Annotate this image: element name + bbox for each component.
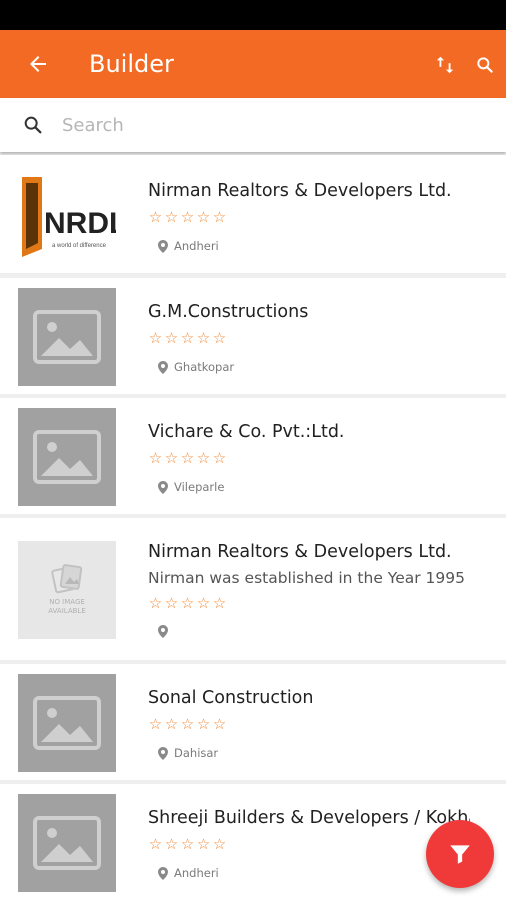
star-icon: ☆	[196, 835, 211, 853]
rating-stars[interactable]: ☆ ☆ ☆ ☆ ☆	[148, 209, 227, 225]
location-pin-icon	[158, 746, 168, 760]
search-bar	[0, 98, 506, 152]
builder-name: Shreeji Builders & Developers / Kokha	[148, 808, 470, 828]
builder-name: Nirman Realtors & Developers Ltd.	[148, 181, 452, 201]
search-field-icon	[20, 112, 46, 138]
location	[158, 625, 174, 638]
star-icon: ☆	[180, 449, 195, 467]
star-icon: ☆	[148, 594, 163, 612]
star-icon: ☆	[196, 208, 211, 226]
star-icon: ☆	[212, 715, 227, 733]
list-item[interactable]: NRDL a world of difference Nirman Realto…	[0, 155, 506, 273]
builder-image	[18, 794, 116, 892]
list-item[interactable]: NO IMAGE AVAILABLE Nirman Realtors & Dev…	[0, 518, 506, 660]
star-icon: ☆	[148, 329, 163, 347]
logo-tagline: a world of difference	[52, 243, 107, 249]
no-image-text: NO IMAGE AVAILABLE	[48, 598, 86, 615]
image-placeholder-icon	[33, 696, 101, 750]
back-button[interactable]	[20, 48, 56, 80]
builder-name: Nirman Realtors & Developers Ltd.	[148, 542, 452, 562]
star-icon: ☆	[164, 594, 179, 612]
star-icon: ☆	[148, 835, 163, 853]
star-icon: ☆	[196, 329, 211, 347]
rating-stars[interactable]: ☆ ☆ ☆ ☆ ☆	[148, 836, 227, 852]
location: Ghatkopar	[158, 360, 234, 374]
location-pin-icon	[158, 866, 168, 880]
location-pin-icon	[158, 360, 168, 374]
star-icon: ☆	[212, 835, 227, 853]
location-pin-icon	[158, 480, 168, 494]
star-icon: ☆	[148, 208, 163, 226]
image-placeholder-icon	[33, 430, 101, 484]
star-icon: ☆	[180, 594, 195, 612]
builder-name: Sonal Construction	[148, 688, 314, 708]
location: Andheri	[158, 239, 219, 253]
star-icon: ☆	[196, 715, 211, 733]
builder-logo: NRDL a world of difference	[18, 165, 127, 263]
location-text: Andheri	[174, 866, 219, 880]
location-text: Ghatkopar	[174, 360, 235, 374]
app-bar: Builder	[0, 30, 506, 98]
location-pin-icon	[158, 239, 168, 253]
star-icon: ☆	[180, 715, 195, 733]
search-icon	[477, 57, 493, 73]
sort-button[interactable]	[430, 50, 460, 80]
location: Dahisar	[158, 746, 218, 760]
builder-description: Nirman was established in the Year 1995	[148, 569, 465, 587]
location: Vileparle	[158, 480, 224, 494]
location-text: Dahisar	[174, 746, 219, 760]
location: Andheri	[158, 866, 219, 880]
star-icon: ☆	[180, 208, 195, 226]
logo-text: NRDL	[44, 207, 116, 240]
builder-image	[18, 674, 116, 772]
status-bar	[0, 0, 506, 30]
star-icon: ☆	[148, 449, 163, 467]
search-button[interactable]	[470, 50, 500, 80]
list-item[interactable]: Sonal Construction ☆ ☆ ☆ ☆ ☆ Dahisar	[0, 664, 506, 780]
star-icon: ☆	[196, 449, 211, 467]
location-pin-icon	[158, 625, 168, 638]
builder-name: G.M.Constructions	[148, 302, 309, 322]
rating-stars[interactable]: ☆ ☆ ☆ ☆ ☆	[148, 450, 227, 466]
nrdl-logo-icon: NRDL a world of difference	[22, 177, 127, 257]
star-icon: ☆	[164, 449, 179, 467]
builder-name: Vichare & Co. Pvt.:Ltd.	[148, 422, 345, 442]
no-image-icon	[51, 564, 83, 594]
rating-stars[interactable]: ☆ ☆ ☆ ☆ ☆	[148, 595, 227, 611]
list-item[interactable]: Vichare & Co. Pvt.:Ltd. ☆ ☆ ☆ ☆ ☆ Vileparle	[0, 398, 506, 514]
page-title: Builder	[89, 50, 174, 78]
star-icon: ☆	[148, 715, 163, 733]
star-icon: ☆	[164, 715, 179, 733]
swap-vertical-icon	[436, 56, 454, 74]
star-icon: ☆	[164, 329, 179, 347]
builder-image	[18, 288, 116, 386]
image-placeholder-icon	[33, 310, 101, 364]
arrow-back-icon	[30, 56, 46, 72]
list-item[interactable]: G.M.Constructions ☆ ☆ ☆ ☆ ☆ Ghatkopar	[0, 278, 506, 394]
star-icon: ☆	[180, 329, 195, 347]
search-icon	[24, 116, 42, 134]
filter-button[interactable]	[426, 820, 494, 888]
filter-icon	[450, 845, 470, 864]
builder-image	[18, 408, 116, 506]
star-icon: ☆	[212, 449, 227, 467]
star-icon: ☆	[180, 835, 195, 853]
location-text: Andheri	[174, 239, 219, 253]
star-icon: ☆	[212, 594, 227, 612]
star-icon: ☆	[212, 208, 227, 226]
star-icon: ☆	[164, 208, 179, 226]
rating-stars[interactable]: ☆ ☆ ☆ ☆ ☆	[148, 330, 227, 346]
star-icon: ☆	[164, 835, 179, 853]
star-icon: ☆	[196, 594, 211, 612]
star-icon: ☆	[212, 329, 227, 347]
location-text: Vileparle	[174, 480, 225, 494]
search-input[interactable]	[62, 108, 482, 142]
rating-stars[interactable]: ☆ ☆ ☆ ☆ ☆	[148, 716, 227, 732]
builder-image: NO IMAGE AVAILABLE	[18, 541, 116, 639]
image-placeholder-icon	[33, 816, 101, 870]
